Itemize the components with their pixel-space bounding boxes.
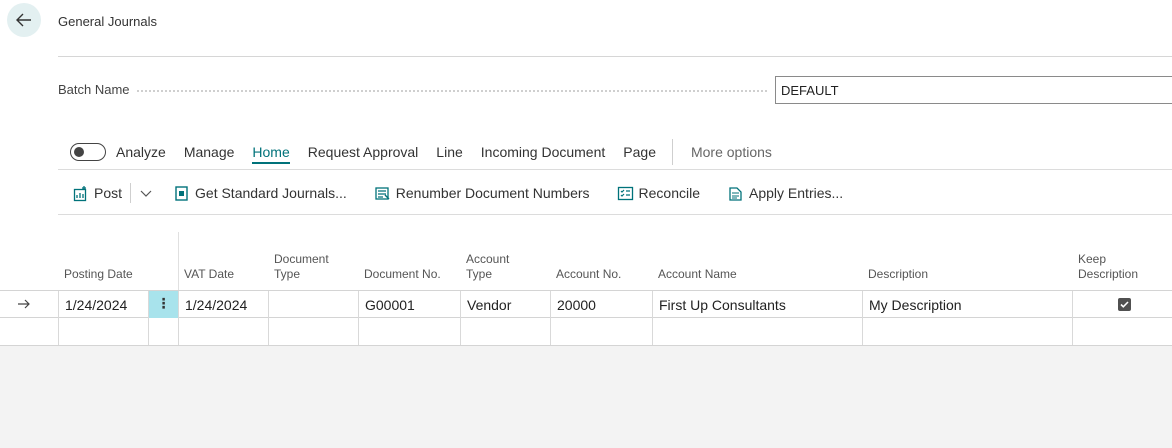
arrow-left-icon: [16, 13, 31, 27]
table-row[interactable]: [0, 318, 1172, 346]
action-page[interactable]: Page: [623, 140, 656, 164]
cell-account-name[interactable]: [652, 318, 862, 345]
cell-posting-date[interactable]: [58, 318, 148, 345]
keep-description-checkbox[interactable]: [1118, 298, 1131, 311]
action-request-approval[interactable]: Request Approval: [308, 140, 419, 164]
row-menu-button[interactable]: ⋮: [148, 291, 178, 318]
reconcile-icon: [617, 186, 633, 200]
action-incoming-document[interactable]: Incoming Document: [481, 140, 606, 164]
current-row-arrow-icon: [16, 297, 32, 316]
cell-keep-description[interactable]: [1072, 291, 1172, 318]
journal-icon: [175, 185, 188, 201]
toolbar: Post Get Standard Journals... Renumber D…: [58, 178, 1172, 208]
column-header-document-type[interactable]: Document Type: [274, 252, 344, 282]
column-header-description[interactable]: Description: [868, 267, 928, 282]
post-button[interactable]: Post: [72, 185, 122, 202]
post-label: Post: [94, 185, 123, 201]
cell-document-type[interactable]: [268, 318, 358, 345]
cell-posting-date[interactable]: 1/24/2024: [58, 291, 148, 318]
reconcile-button[interactable]: Reconcile: [617, 185, 700, 202]
renumber-document-numbers-button[interactable]: Renumber Document Numbers: [374, 185, 590, 202]
cell-vat-date[interactable]: 1/24/2024: [178, 291, 268, 318]
cell-description[interactable]: My Description: [862, 291, 1072, 318]
action-analyze[interactable]: Analyze: [116, 140, 166, 164]
get-standard-journals-label: Get Standard Journals...: [195, 185, 347, 201]
column-header-posting-date[interactable]: Posting Date: [64, 267, 133, 282]
table-row[interactable]: 1/24/2024 ⋮ 1/24/2024 G00001 Vendor 2000…: [0, 290, 1172, 318]
grid-empty-area: [0, 346, 1172, 448]
reconcile-label: Reconcile: [638, 185, 701, 201]
separator: [671, 139, 673, 165]
column-header-account-no[interactable]: Account No.: [556, 267, 621, 282]
action-bar: Analyze Manage Home Request Approval Lin…: [58, 136, 1172, 168]
more-options-button[interactable]: More options: [691, 140, 772, 164]
cell-vat-date[interactable]: [178, 318, 268, 345]
batch-name-label: Batch Name: [58, 82, 130, 97]
column-header-document-no[interactable]: Document No.: [364, 267, 441, 282]
cell-document-no[interactable]: G00001: [358, 291, 460, 318]
action-home[interactable]: Home: [252, 140, 291, 164]
divider: [58, 169, 1172, 170]
divider: [58, 56, 1172, 57]
column-divider: [178, 232, 179, 290]
post-icon: [73, 185, 87, 201]
renumber-icon: [375, 186, 390, 200]
renumber-label: Renumber Document Numbers: [395, 185, 590, 201]
divider: [58, 214, 1172, 215]
cell-account-name[interactable]: First Up Consultants: [652, 291, 862, 318]
separator: [130, 183, 132, 203]
get-standard-journals-button[interactable]: Get Standard Journals...: [173, 185, 347, 202]
column-header-account-type[interactable]: Account Type: [466, 252, 526, 282]
action-manage[interactable]: Manage: [184, 140, 235, 164]
apply-entries-icon: [729, 186, 742, 201]
cell-account-no[interactable]: 20000: [550, 291, 652, 318]
chevron-down-icon: [140, 190, 152, 197]
column-header-vat-date[interactable]: VAT Date: [184, 267, 234, 282]
column-header-keep-description[interactable]: Keep Description: [1078, 252, 1158, 282]
cell-description[interactable]: [862, 318, 1072, 345]
cell-keep-description[interactable]: [1072, 318, 1172, 345]
page-title: General Journals: [58, 14, 157, 29]
post-dropdown[interactable]: [139, 186, 153, 200]
action-line[interactable]: Line: [436, 140, 462, 164]
checkmark-icon: [1120, 301, 1129, 308]
analyze-toggle[interactable]: [70, 143, 106, 161]
cell-document-no[interactable]: [358, 318, 460, 345]
dotted-leader: [137, 90, 767, 92]
cell-row-menu[interactable]: [148, 318, 178, 345]
column-header-account-name[interactable]: Account Name: [658, 267, 737, 282]
cell-account-type[interactable]: [460, 318, 550, 345]
apply-entries-label: Apply Entries...: [749, 185, 844, 201]
back-button[interactable]: [7, 3, 41, 37]
cell-document-type[interactable]: [268, 291, 358, 318]
cell-account-type[interactable]: Vendor: [460, 291, 550, 318]
apply-entries-button[interactable]: Apply Entries...: [727, 185, 843, 202]
cell-account-no[interactable]: [550, 318, 652, 345]
batch-name-field[interactable]: DEFAULT: [775, 76, 1172, 104]
